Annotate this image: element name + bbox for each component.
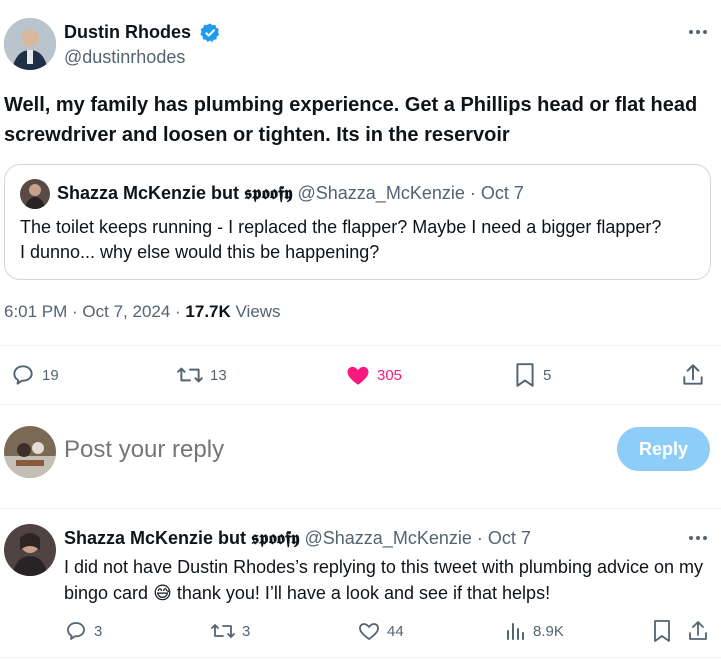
- divider: [0, 657, 721, 658]
- timestamp-row: 6:01 PM · Oct 7, 2024 · 17.7K Views: [4, 302, 281, 322]
- retweet-icon: [176, 362, 204, 388]
- reply-icon: [10, 362, 36, 388]
- reply-like-action[interactable]: 44: [357, 619, 404, 643]
- current-user-avatar[interactable]: [4, 426, 56, 478]
- reply-views-count: 8.9K: [533, 622, 564, 640]
- retweet-count: 13: [210, 366, 227, 384]
- reply-icon: [64, 619, 88, 643]
- tweet-text: Well, my family has plumbing experience.…: [4, 94, 698, 146]
- reply-reply-action[interactable]: 3: [64, 619, 102, 643]
- reply-reply-count: 3: [94, 622, 103, 640]
- quoted-tweet[interactable]: Shazza McKenzie but 𝖘𝖕𝖔𝖔𝖋𝖞 @Shazza_McKen…: [4, 164, 711, 280]
- author-handle[interactable]: @dustinrhodes: [64, 47, 185, 68]
- reply-input[interactable]: [64, 432, 584, 468]
- quoted-date: · Oct 7: [469, 183, 524, 203]
- reply-retweet-action[interactable]: 3: [210, 619, 250, 643]
- reply-author-avatar[interactable]: [4, 524, 56, 576]
- like-count: 305: [377, 366, 403, 384]
- divider: [0, 345, 721, 346]
- reply-button[interactable]: Reply: [617, 427, 710, 471]
- bookmark-count: 5: [543, 366, 552, 384]
- analytics-icon: [505, 619, 527, 643]
- quoted-author-name: Shazza McKenzie but 𝖘𝖕𝖔𝖔𝖋𝖞: [57, 183, 293, 203]
- bookmark-action[interactable]: 5: [513, 362, 551, 388]
- heart-filled-icon: [345, 362, 371, 388]
- retweet-action[interactable]: 13: [176, 362, 227, 388]
- views-label: Views: [230, 302, 281, 321]
- reply-views-action[interactable]: 8.9K: [505, 619, 564, 643]
- reply-date[interactable]: · Oct 7: [477, 528, 531, 548]
- heart-icon: [357, 619, 381, 643]
- reply-share-icon[interactable]: [686, 619, 710, 643]
- views-count: 17.7K: [185, 302, 231, 321]
- timestamp[interactable]: 6:01 PM · Oct 7, 2024 ·: [4, 302, 185, 321]
- reply-action[interactable]: 19: [10, 362, 59, 388]
- sweat-smile-emoji: 😅: [153, 583, 172, 603]
- quoted-tweet-text: The toilet keeps running - I replaced th…: [20, 217, 662, 262]
- reply-tweet-text: I did not have Dustin Rhodes’s replying …: [64, 554, 709, 606]
- share-icon[interactable]: [680, 362, 706, 388]
- reply-header: Shazza McKenzie but 𝖘𝖕𝖔𝖔𝖋𝖞 @Shazza_McKen…: [64, 528, 531, 549]
- more-options-icon[interactable]: [688, 26, 708, 38]
- like-action[interactable]: 305: [345, 362, 402, 388]
- author-name[interactable]: Dustin Rhodes: [64, 22, 191, 43]
- reply-more-options-icon[interactable]: [688, 532, 708, 544]
- author-avatar[interactable]: [4, 18, 56, 70]
- reply-author-handle[interactable]: @Shazza_McKenzie: [305, 528, 472, 548]
- verified-badge-icon: [199, 22, 221, 44]
- reply-author-name[interactable]: Shazza McKenzie but 𝖘𝖕𝖔𝖔𝖋𝖞: [64, 528, 299, 548]
- reply-text-part2: thank you! I’ll have a look and see if t…: [171, 583, 551, 603]
- reply-bookmark-icon[interactable]: [651, 619, 673, 643]
- reply-count: 19: [42, 366, 59, 384]
- divider: [0, 404, 721, 405]
- reply-retweet-count: 3: [242, 622, 251, 640]
- reply-like-count: 44: [387, 622, 404, 640]
- retweet-icon: [210, 619, 236, 643]
- quoted-author-avatar: [20, 179, 50, 209]
- quoted-author-handle: @Shazza_McKenzie: [297, 183, 465, 203]
- bookmark-icon: [513, 362, 537, 388]
- divider: [0, 508, 721, 509]
